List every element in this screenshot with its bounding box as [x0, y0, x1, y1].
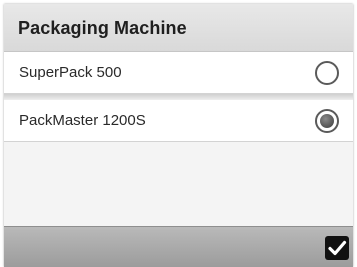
option-label: SuperPack 500	[19, 64, 122, 81]
option-label: PackMaster 1200S	[19, 112, 146, 129]
dialog-title: Packaging Machine	[18, 18, 187, 38]
confirm-button[interactable]	[325, 236, 349, 260]
radio-button-unselected[interactable]	[315, 61, 339, 85]
dialog-header: Packaging Machine	[4, 4, 353, 52]
radio-dot	[320, 114, 334, 128]
option-row-superpack-500[interactable]: SuperPack 500	[4, 52, 353, 94]
list-empty-space	[4, 142, 353, 226]
dialog-footer	[4, 226, 353, 267]
check-icon	[328, 240, 347, 256]
option-row-packmaster-1200s[interactable]: PackMaster 1200S	[4, 100, 353, 142]
option-list: SuperPack 500 PackMaster 1200S	[4, 52, 353, 226]
radio-button-selected[interactable]	[315, 109, 339, 133]
dialog: Packaging Machine SuperPack 500 PackMast…	[4, 4, 353, 267]
